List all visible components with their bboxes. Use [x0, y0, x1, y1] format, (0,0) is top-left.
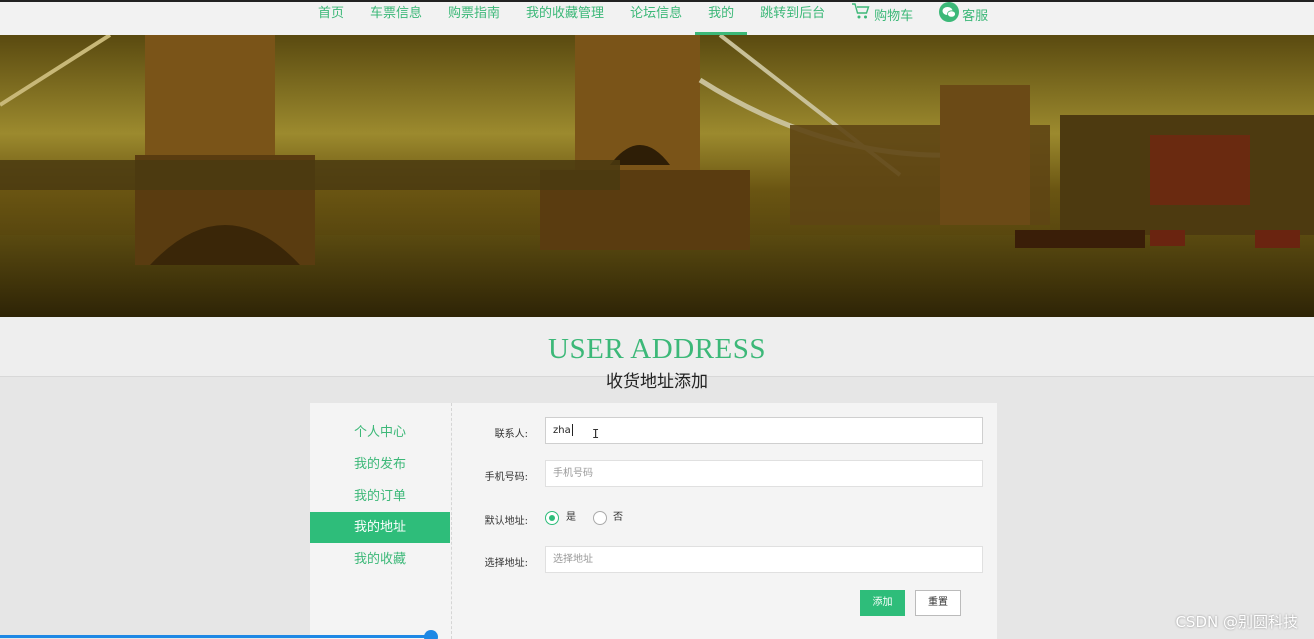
nav-label: 跳转到后台 — [760, 6, 826, 21]
reset-button[interactable]: 重置 — [915, 590, 961, 616]
nav-label: 首页 — [318, 6, 345, 21]
text-caret — [571, 424, 573, 436]
banner-image — [0, 35, 1314, 317]
contact-label: 联系人: — [494, 429, 528, 440]
contact-field[interactable]: zha — [545, 417, 983, 444]
nav-label: 我的收藏管理 — [526, 6, 605, 21]
tower-bridge-illustration — [0, 35, 1314, 317]
nav-item-admin[interactable]: 跳转到后台 — [747, 2, 838, 35]
phone-field[interactable]: 手机号码 — [545, 460, 983, 487]
watermark: CSDN @别圆科技 — [1175, 613, 1298, 631]
add-button[interactable]: 添加 — [860, 590, 905, 616]
default-yes-label: 是 — [566, 512, 576, 523]
progress-handle[interactable] — [424, 630, 438, 639]
nav-item-forum[interactable]: 论坛信息 — [617, 2, 695, 35]
nav-item-tickets[interactable]: 车票信息 — [357, 2, 435, 35]
default-address-label: 默认地址: — [484, 516, 528, 527]
nav-label: 我的 — [708, 6, 735, 21]
nav-item-home[interactable]: 首页 — [305, 2, 357, 35]
nav-item-cart[interactable]: 购物车 — [838, 2, 926, 35]
contact-value: zha — [553, 425, 571, 436]
page-title-en: USER ADDRESS — [548, 333, 766, 365]
ibeam-cursor-icon: I — [592, 427, 600, 441]
nav-label: 购物车 — [874, 9, 914, 24]
default-yes-radio[interactable] — [545, 511, 559, 525]
address-label: 选择地址: — [484, 558, 528, 569]
sidebar-item-orders[interactable]: 我的订单 — [310, 481, 450, 512]
nav-label: 购票指南 — [448, 6, 501, 21]
default-no-radio[interactable] — [593, 511, 607, 525]
address-picker-field[interactable]: 选择地址 — [545, 546, 983, 573]
page-title: 收货地址添加 — [606, 372, 708, 392]
top-navbar: 首页 车票信息 购票指南 我的收藏管理 论坛信息 我的 跳转到后台 购物车 客服 — [0, 0, 1314, 35]
nav-label: 车票信息 — [370, 6, 423, 21]
nav-item-favorites-manage[interactable]: 我的收藏管理 — [513, 2, 617, 35]
nav-label: 论坛信息 — [630, 6, 683, 21]
nav-item-guide[interactable]: 购票指南 — [435, 2, 513, 35]
wechat-icon — [939, 2, 960, 22]
video-progress-bar[interactable] — [0, 635, 432, 638]
main-nav: 首页 车票信息 购票指南 我的收藏管理 论坛信息 我的 跳转到后台 购物车 客服 — [305, 2, 1001, 35]
nav-item-mine[interactable]: 我的 — [695, 2, 748, 35]
nav-item-service[interactable]: 客服 — [926, 2, 1001, 35]
default-no-label: 否 — [613, 512, 623, 523]
address-panel: 个人中心 我的发布 我的订单 我的地址 我的收藏 联系人: zha I 手机号码… — [310, 403, 997, 639]
phone-label: 手机号码: — [484, 472, 528, 483]
nav-label: 客服 — [962, 9, 989, 24]
cart-icon — [851, 2, 871, 20]
